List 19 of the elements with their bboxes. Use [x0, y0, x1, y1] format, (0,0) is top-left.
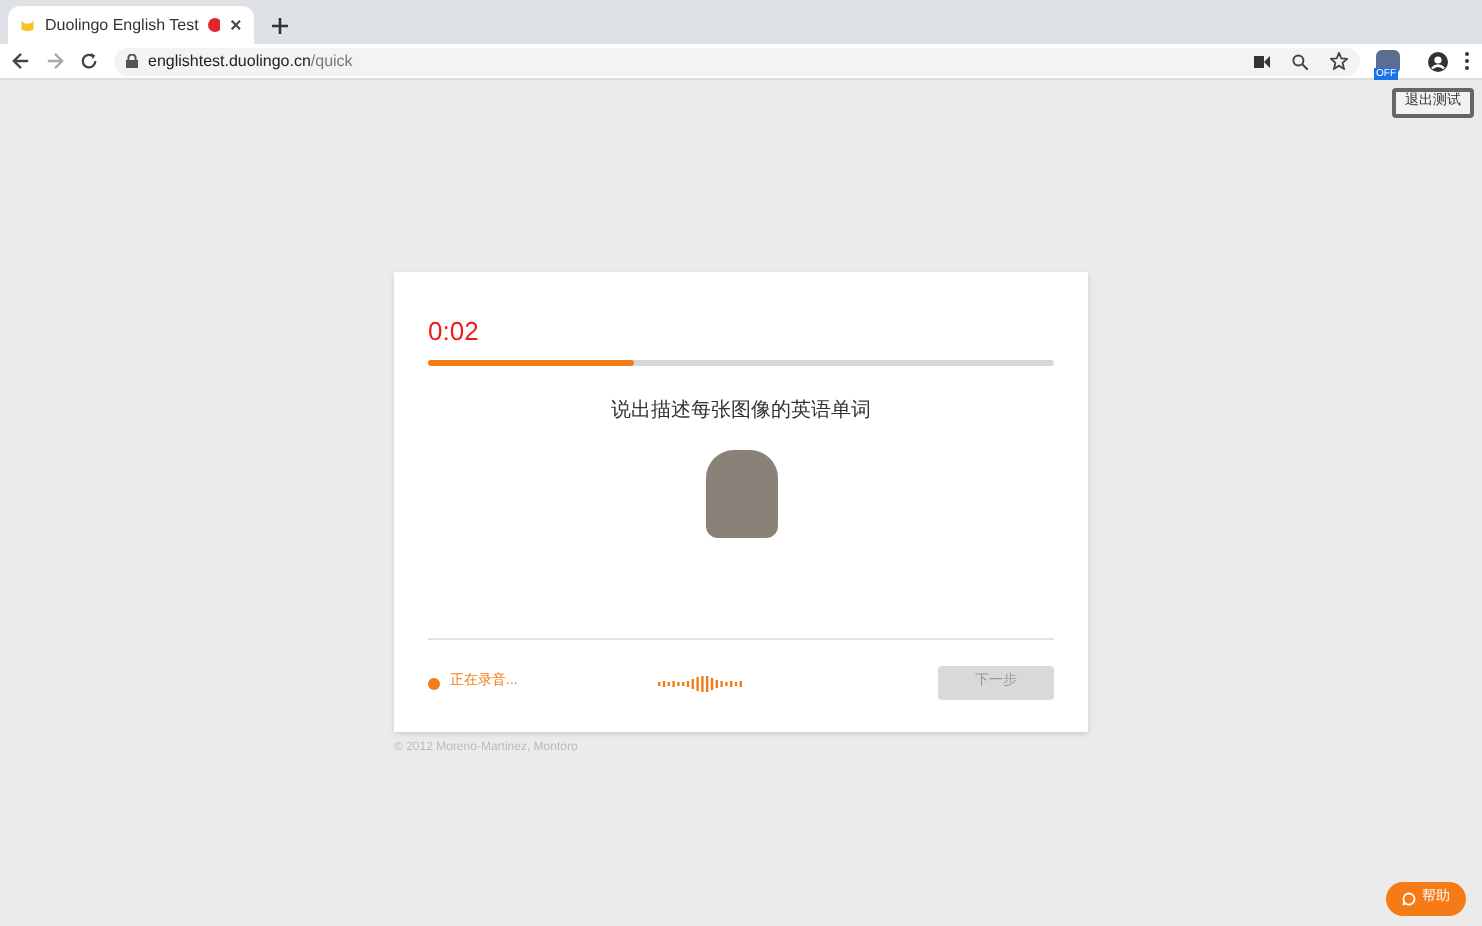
close-icon[interactable] — [230, 18, 242, 32]
tab-title: Duolingo English Test — [45, 13, 199, 37]
cat-photo-placeholder — [705, 450, 777, 538]
menu-icon[interactable] — [1464, 52, 1470, 70]
reload-icon[interactable] — [80, 52, 98, 70]
camera-icon[interactable] — [1254, 55, 1270, 67]
zoom-icon[interactable] — [1292, 53, 1308, 69]
lock-icon — [126, 54, 138, 68]
url-text: englishtest.duolingo.cn/quick — [148, 49, 353, 73]
audio-waveform-drawing — [658, 675, 746, 691]
browser-tab[interactable]: Duolingo English Test — [8, 6, 254, 44]
countdown-timer: 0:02 — [428, 316, 481, 348]
chat-bubble-icon — [1402, 892, 1416, 906]
account-icon[interactable] — [1428, 51, 1448, 71]
address-bar[interactable]: englishtest.duolingo.cn/quick — [114, 47, 1360, 75]
back-icon[interactable] — [12, 52, 30, 70]
prompt-text: 说出描述每张图像的英语单词 — [611, 397, 871, 426]
star-icon[interactable] — [1330, 52, 1348, 70]
new-tab-icon[interactable] — [272, 18, 288, 34]
